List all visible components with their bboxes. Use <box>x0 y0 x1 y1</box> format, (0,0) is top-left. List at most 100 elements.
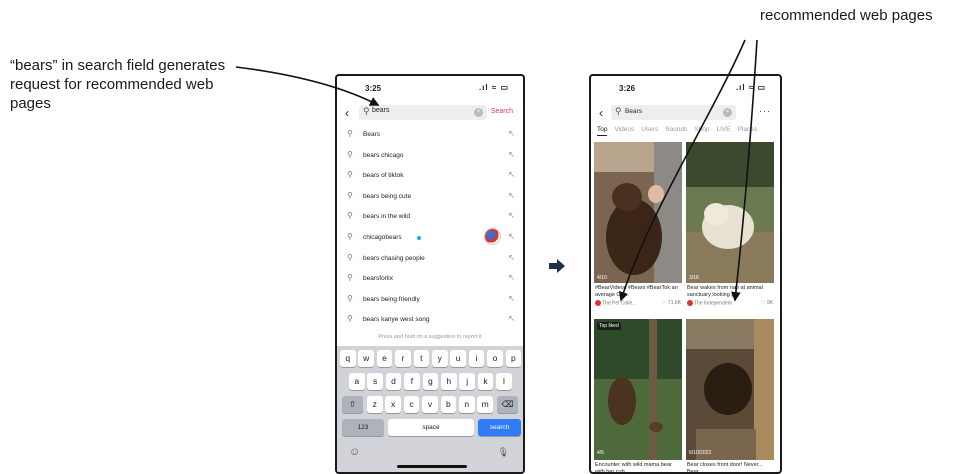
numbers-key[interactable]: 123 <box>342 419 384 436</box>
annotation-recommended-pages: recommended web pages <box>760 7 933 24</box>
search-bar: ‹ ⚲ bears × Search <box>337 104 523 122</box>
suggestion-item[interactable]: ⚲ bearsforlix ↖ <box>337 268 523 289</box>
key-c[interactable]: c <box>403 396 420 413</box>
search-icon: ⚲ <box>347 232 353 241</box>
search-input-value: bears <box>372 107 390 114</box>
likes-count: 71.6K <box>667 300 681 306</box>
key-l[interactable]: l <box>496 373 512 390</box>
suggestion-item[interactable]: ⚲ bears being friendly ↖ <box>337 289 523 310</box>
phone-results-screen: 3:26 .ıl ≈ ▭ ‹ ⚲ Bears × ··· Top Videos Us… <box>589 74 782 474</box>
video-overlay-text: 4/5 <box>597 450 604 456</box>
transition-arrow-icon <box>549 259 565 273</box>
suggestion-item[interactable]: ⚲ Bears ↖ <box>337 124 523 145</box>
key-r[interactable]: r <box>395 350 411 367</box>
suggestion-text: bears kanye west song <box>363 316 430 324</box>
result-author: The Pet Colle... <box>602 300 637 307</box>
tab-sounds[interactable]: Sounds <box>665 126 687 135</box>
suggestion-item[interactable]: ⚲ bears of tiktok ↖ <box>337 165 523 186</box>
fill-arrow-icon[interactable]: ↖ <box>508 232 515 241</box>
key-x[interactable]: x <box>385 396 401 413</box>
key-y[interactable]: y <box>432 350 448 367</box>
key-p[interactable]: p <box>505 350 522 367</box>
suggestion-item[interactable]: ⚲ bears in the wild ↖ <box>337 206 523 227</box>
keyboard-row-3: ⇧ ⌫ zxcvbnm <box>337 396 523 414</box>
suggestion-item[interactable]: ⚲ bears chasing people ↖ <box>337 248 523 269</box>
search-input[interactable]: ⚲ bears × <box>359 105 487 120</box>
key-f[interactable]: f <box>404 373 420 390</box>
keyboard-row-4: 123 space search <box>337 419 523 437</box>
suggestion-item[interactable]: ⚲ chicagobears ↖ <box>337 227 523 248</box>
fill-arrow-icon[interactable]: ↖ <box>508 150 515 159</box>
suggestion-text: bearsforlix <box>363 275 393 283</box>
signal-wifi-battery-icon: .ıl ≈ ▭ <box>735 83 766 92</box>
search-icon: ⚲ <box>347 149 353 159</box>
verified-badge-icon <box>417 236 421 240</box>
result-caption: Bear closes front door! Never... Bear... <box>687 462 763 474</box>
fill-arrow-icon[interactable]: ↖ <box>508 294 515 303</box>
key-d[interactable]: d <box>385 373 402 390</box>
video-thumbnail-bear-indoor <box>594 142 682 283</box>
emoji-icon[interactable]: ☺ <box>349 446 360 458</box>
video-thumbnail-white-bear <box>686 142 774 283</box>
key-z[interactable]: z <box>367 396 383 413</box>
result-card[interactable]: Top liked 4/5 Encounter with wild mama b… <box>594 319 682 472</box>
key-m[interactable]: m <box>477 396 493 413</box>
clear-icon[interactable]: × <box>723 108 732 117</box>
keyboard-row-2: asdfghjkl <box>337 373 523 391</box>
key-n[interactable]: n <box>459 396 475 413</box>
result-card[interactable]: 3/16 Bear wakes from nap at animal sanct… <box>686 142 774 312</box>
fill-arrow-icon[interactable]: ↖ <box>508 129 515 138</box>
key-j[interactable]: j <box>459 373 475 390</box>
back-arrow-icon[interactable]: ‹ <box>599 106 603 120</box>
key-s[interactable]: s <box>367 373 383 390</box>
signal-wifi-battery-icon: .ıl ≈ ▭ <box>478 83 509 92</box>
more-options-icon[interactable]: ··· <box>759 106 771 116</box>
key-t[interactable]: t <box>413 350 430 367</box>
search-button[interactable]: Search <box>491 108 513 115</box>
fill-arrow-icon[interactable]: ↖ <box>508 170 515 179</box>
key-b[interactable]: b <box>440 396 457 413</box>
result-card[interactable]: 6/10/2022 Bear closes front door! Never.… <box>686 319 774 474</box>
key-k[interactable]: k <box>477 373 494 390</box>
key-h[interactable]: h <box>441 373 457 390</box>
back-arrow-icon[interactable]: ‹ <box>345 106 349 120</box>
fill-arrow-icon[interactable]: ↖ <box>508 273 515 282</box>
search-key[interactable]: search <box>478 419 521 436</box>
key-v[interactable]: v <box>422 396 438 413</box>
fill-arrow-icon[interactable]: ↖ <box>508 314 515 323</box>
tab-videos[interactable]: Videos <box>614 126 634 135</box>
space-key[interactable]: space <box>388 419 474 436</box>
key-i[interactable]: i <box>468 350 485 367</box>
home-indicator <box>397 465 467 468</box>
suggestion-item[interactable]: ⚲ bears kanye west song ↖ <box>337 309 523 330</box>
search-input[interactable]: ⚲ Bears × <box>611 105 736 120</box>
key-q[interactable]: q <box>340 350 356 367</box>
suggestion-text: bears being friendly <box>363 295 420 303</box>
key-g[interactable]: g <box>422 373 439 390</box>
key-a[interactable]: a <box>349 373 365 390</box>
key-o[interactable]: o <box>487 350 503 367</box>
search-icon: ⚲ <box>347 211 353 221</box>
tab-users[interactable]: Users <box>641 126 658 135</box>
fill-arrow-icon[interactable]: ↖ <box>508 191 515 200</box>
tab-top[interactable]: Top <box>597 126 608 136</box>
search-icon: ⚲ <box>363 106 370 116</box>
key-w[interactable]: w <box>358 350 374 367</box>
suggestion-item[interactable]: ⚲ bears chicago ↖ <box>337 145 523 166</box>
tab-places[interactable]: Places <box>738 126 758 135</box>
result-caption: #BearVideos #Bears #BearTok an average C… <box>595 285 678 298</box>
microphone-icon[interactable]: 🎙 <box>498 447 509 458</box>
suggestion-item[interactable]: ⚲ bears being cute ↖ <box>337 186 523 207</box>
result-card[interactable]: 4/10 #BearVideos #Bears #BearTok an aver… <box>594 142 682 312</box>
tab-live[interactable]: LIVE <box>716 126 730 135</box>
fill-arrow-icon[interactable]: ↖ <box>508 211 515 220</box>
results-tabs: Top Videos Users Sounds Shop LIVE Places <box>597 126 780 140</box>
key-e[interactable]: e <box>376 350 393 367</box>
backspace-key-icon[interactable]: ⌫ <box>497 396 518 413</box>
key-u[interactable]: u <box>450 350 466 367</box>
status-time: 3:26 <box>619 84 636 93</box>
shift-key-icon[interactable]: ⇧ <box>342 396 363 413</box>
fill-arrow-icon[interactable]: ↖ <box>508 253 515 262</box>
clear-icon[interactable]: × <box>474 108 483 117</box>
tab-shop[interactable]: Shop <box>694 126 709 135</box>
